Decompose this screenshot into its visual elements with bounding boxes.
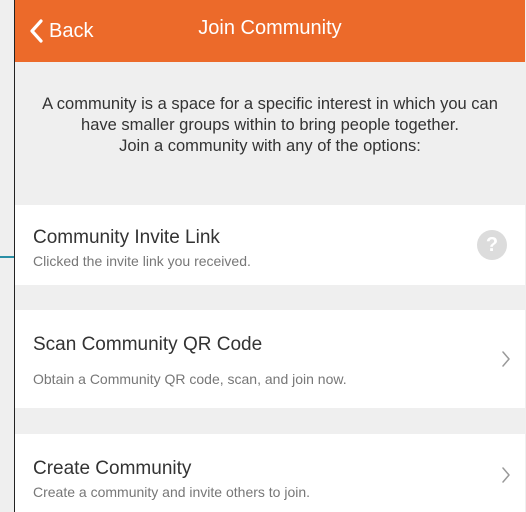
- option-subtitle: Obtain a Community QR code, scan, and jo…: [33, 371, 347, 387]
- intro-description: A community is a space for a specific in…: [42, 95, 498, 134]
- intro-instruction: Join a community with any of the options…: [119, 137, 421, 155]
- option-create-community[interactable]: Create Community Create a community and …: [15, 434, 525, 512]
- intro-text: A community is a space for a specific in…: [15, 62, 525, 205]
- help-icon[interactable]: ?: [477, 230, 507, 260]
- option-title: Create Community: [33, 458, 192, 479]
- option-subtitle: Create a community and invite others to …: [33, 484, 311, 500]
- option-title: Community Invite Link: [33, 227, 220, 248]
- option-scan-qr[interactable]: Scan Community QR Code Obtain a Communit…: [15, 310, 525, 408]
- join-community-screen: Back Join Community A community is a spa…: [14, 0, 525, 512]
- option-subtitle: Clicked the invite link you received.: [33, 253, 251, 269]
- page-title: Join Community: [198, 17, 342, 39]
- nav-bar: Back Join Community: [15, 0, 525, 62]
- option-title: Scan Community QR Code: [33, 334, 263, 355]
- option-invite-link[interactable]: Community Invite Link Clicked the invite…: [15, 205, 525, 285]
- chevron-right-icon: [501, 466, 511, 489]
- chevron-right-icon: [501, 350, 511, 373]
